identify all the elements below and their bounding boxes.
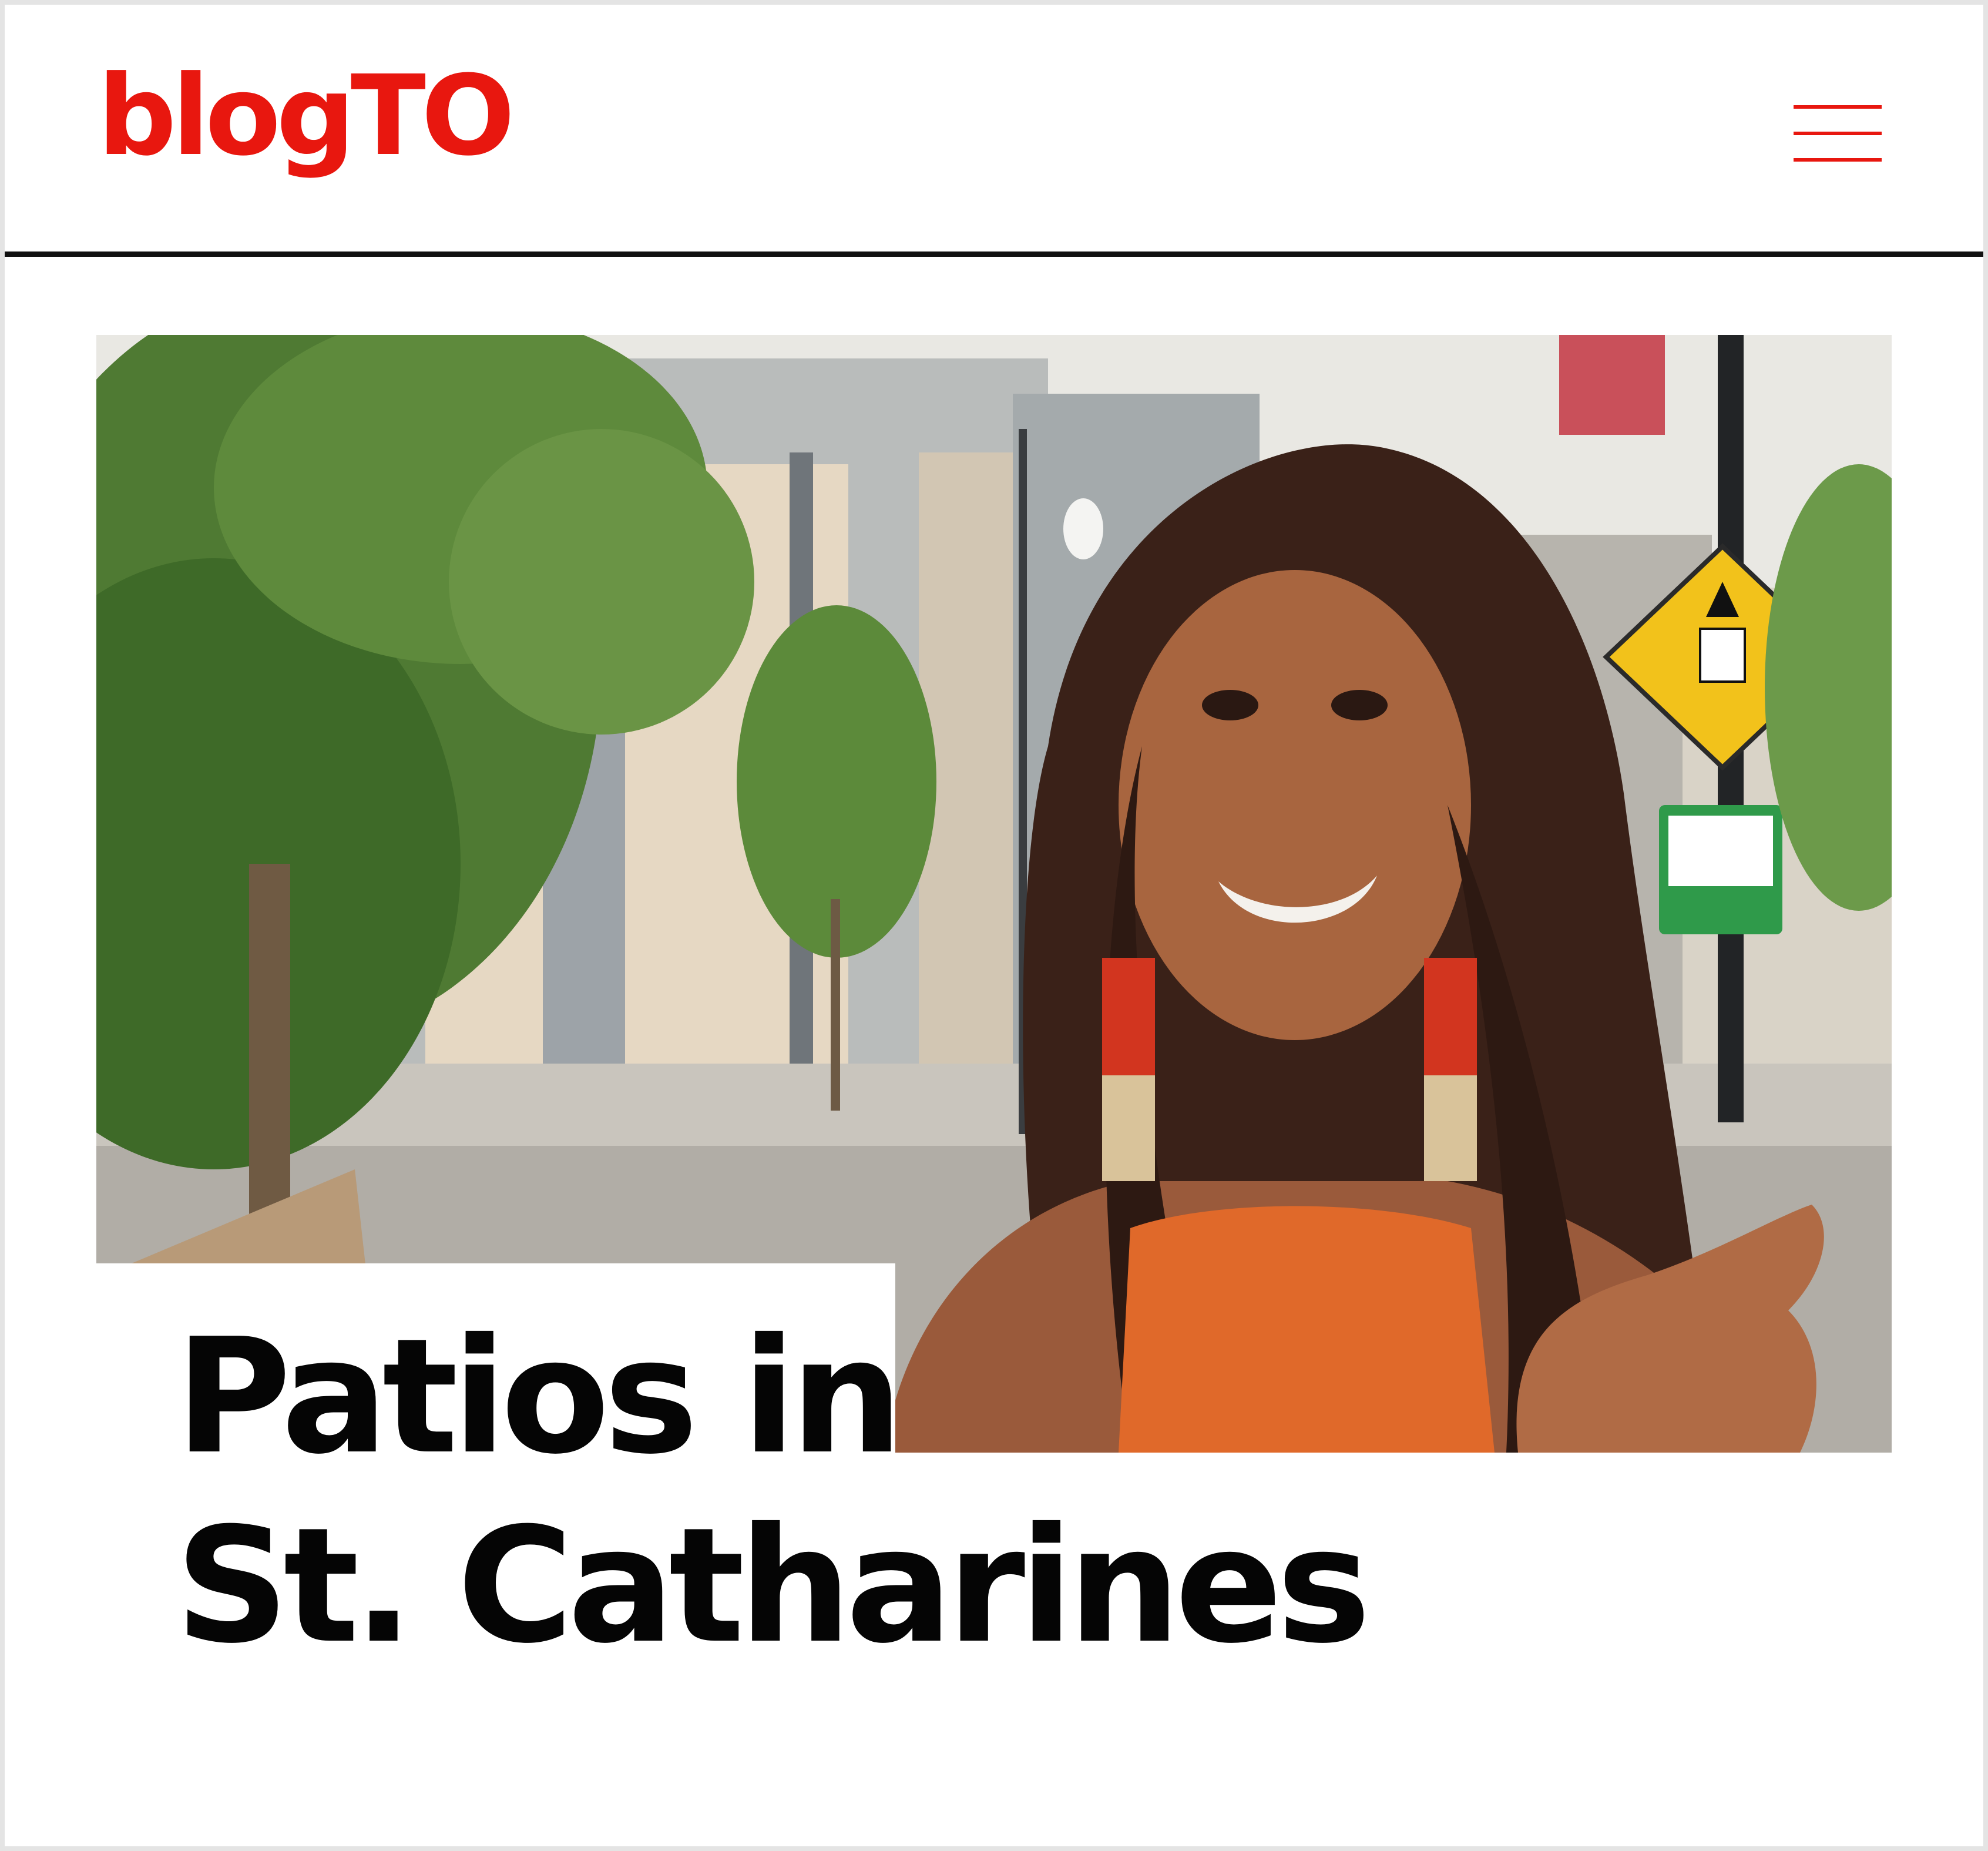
- article-title-line-2: St. Catharines: [175, 1493, 1371, 1678]
- article-title[interactable]: Patios in St. Catharines: [175, 1302, 1702, 1681]
- hamburger-menu-icon[interactable]: [1785, 99, 1885, 169]
- menu-bar-middle: [1794, 132, 1882, 135]
- menu-bar-top: [1794, 105, 1882, 109]
- blogto-logo[interactable]: blogTO: [98, 61, 515, 172]
- site-header: blogTO: [5, 5, 1983, 254]
- article-title-line-1: Patios in: [175, 1304, 903, 1489]
- header-divider: [5, 252, 1983, 257]
- menu-bar-bottom: [1794, 158, 1882, 162]
